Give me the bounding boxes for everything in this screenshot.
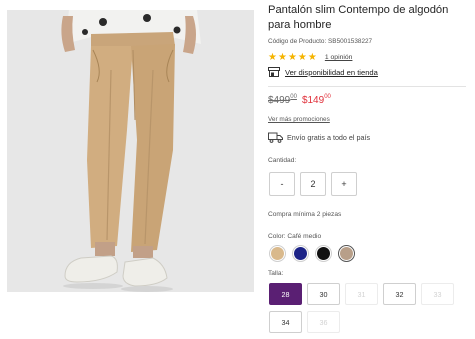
size-option-34[interactable]: 34 (269, 311, 302, 333)
quantity-decrease-button[interactable]: - (269, 172, 295, 196)
color-swatch-cafe-medio[interactable] (338, 245, 355, 262)
shipping-text: Envío gratis a todo el país (287, 132, 371, 142)
color-swatch-azul-marino[interactable] (292, 245, 309, 262)
size-option-36[interactable]: 36 (307, 311, 340, 333)
sale-price: $14900 (301, 94, 331, 106)
old-price: $49900 (268, 94, 297, 106)
rating-stars[interactable]: ★ ★ ★ ★ ★ (268, 51, 317, 63)
size-option-28[interactable]: 28 (269, 283, 302, 305)
divider (268, 86, 466, 87)
star-icon: ★ (268, 51, 277, 63)
truck-icon (268, 132, 283, 143)
product-code: Código de Producto: SB5001538227 (268, 38, 373, 45)
rating: ★ ★ ★ ★ ★ 1 opinión (268, 52, 352, 63)
swatch-dot (340, 247, 353, 260)
star-icon: ★ (287, 51, 297, 63)
shipping-info: Envío gratis a todo el país (268, 131, 370, 143)
color-label: Color: Café medio (268, 233, 322, 240)
size-option-31[interactable]: 31 (345, 283, 378, 305)
swatch-dot (271, 247, 284, 260)
quantity-input[interactable]: 2 (300, 172, 326, 196)
opinions-link[interactable]: 1 opinión (325, 54, 353, 61)
price: $49900 $14900 (268, 94, 331, 109)
size-label: Talla: (268, 270, 284, 277)
store-icon (268, 67, 280, 77)
color-swatch-cafe-claro[interactable] (269, 245, 286, 262)
store-availability[interactable]: Ver disponibilidad en tienda (268, 66, 378, 78)
star-icon: ★ (297, 51, 307, 63)
color-swatch-negro[interactable] (315, 245, 332, 262)
promotions-link[interactable]: Ver más promociones (268, 116, 330, 123)
quantity-stepper: - 2 + (269, 172, 357, 196)
color-swatches (269, 245, 355, 262)
size-option-32[interactable]: 32 (383, 283, 416, 305)
star-icon: ★ (307, 51, 317, 63)
size-option-33[interactable]: 33 (421, 283, 454, 305)
size-option-30[interactable]: 30 (307, 283, 340, 305)
quantity-label: Cantidad: (268, 157, 297, 164)
availability-link[interactable]: Ver disponibilidad en tienda (285, 68, 378, 77)
product-image[interactable] (7, 10, 254, 292)
swatch-dot (317, 247, 330, 260)
quantity-increase-button[interactable]: + (331, 172, 357, 196)
minimum-purchase-note: Compra mínima 2 piezas (268, 211, 342, 218)
product-photo-illustration (7, 10, 254, 292)
product-title: Pantalón slim Contempo de algodón para h… (268, 4, 449, 31)
star-icon: ★ (277, 51, 287, 63)
swatch-dot (294, 247, 307, 260)
